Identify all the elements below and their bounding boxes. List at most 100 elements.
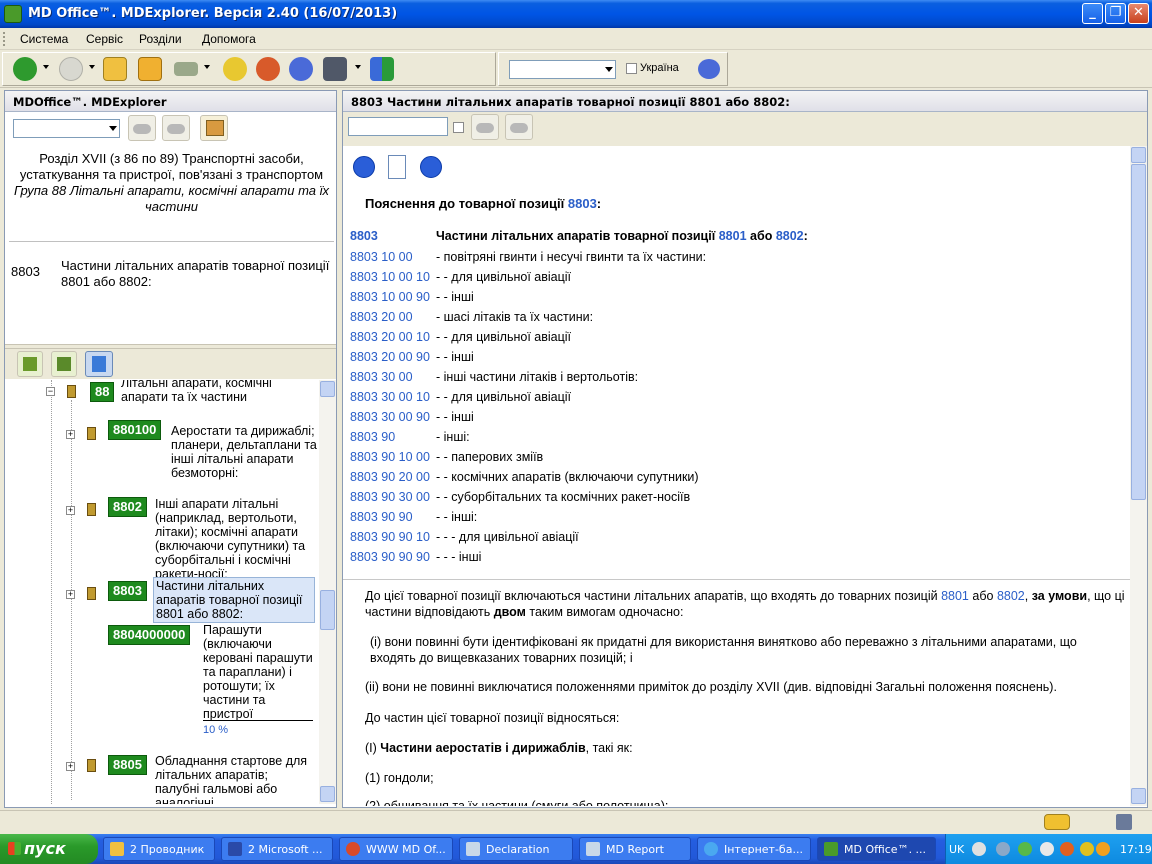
people-icon[interactable] bbox=[698, 59, 720, 79]
tray-app-icon[interactable] bbox=[996, 842, 1010, 856]
task-ie[interactable]: Інтернет-ба... bbox=[697, 837, 811, 861]
users-icon[interactable] bbox=[289, 57, 313, 81]
tariff-code-link[interactable]: 8803 20 00 bbox=[350, 310, 436, 324]
tray-sync-icon[interactable] bbox=[1040, 842, 1054, 856]
md-logo-icon[interactable] bbox=[1044, 814, 1070, 830]
task-md-office[interactable]: MD Office™. ... bbox=[817, 837, 936, 861]
tree-node-880100[interactable]: + 880100 Аеростати та дирижаблі; планери… bbox=[5, 420, 319, 488]
forward-dropdown-icon[interactable] bbox=[89, 65, 95, 69]
scroll-thumb[interactable] bbox=[1131, 164, 1146, 500]
scroll-thumb[interactable] bbox=[320, 590, 335, 630]
tariff-code-link[interactable]: 8803 90 90 90 bbox=[350, 550, 436, 564]
tree-node-8805[interactable]: + 8805 Обладнання стартове для літальних… bbox=[5, 752, 319, 804]
tray-yellow-icon[interactable] bbox=[1080, 842, 1094, 856]
tariff-code-link[interactable]: 8803 30 00 bbox=[350, 370, 436, 384]
tariff-code-link[interactable]: 8803 30 00 10 bbox=[350, 390, 436, 404]
menu-sections[interactable]: Розділи bbox=[139, 32, 182, 46]
tariff-code-link[interactable]: 8803 10 00 90 bbox=[350, 290, 436, 304]
prev-section-icon[interactable] bbox=[353, 156, 375, 178]
restore-button[interactable]: ❐ bbox=[1105, 3, 1126, 24]
content-scrollbar[interactable] bbox=[1130, 146, 1147, 806]
menu-help[interactable]: Допомога bbox=[202, 32, 256, 46]
scroll-up-arrow[interactable] bbox=[320, 381, 335, 397]
database-icon[interactable] bbox=[323, 57, 347, 81]
exit-door-icon[interactable] bbox=[370, 57, 394, 81]
collapse-icon[interactable]: − bbox=[46, 387, 55, 396]
link-8801[interactable]: 8801 bbox=[719, 229, 747, 243]
menu-system[interactable]: Система bbox=[20, 32, 68, 46]
cloud-search-button[interactable] bbox=[128, 115, 156, 141]
tray-orange-icon[interactable] bbox=[1060, 842, 1074, 856]
tariff-code-link[interactable]: 8803 90 90 10 bbox=[350, 530, 436, 544]
next-section-icon[interactable] bbox=[420, 156, 442, 178]
left-search-combo[interactable] bbox=[13, 119, 120, 138]
scroll-down-arrow[interactable] bbox=[320, 786, 335, 802]
tariff-row: 8803 10 00 90- - інші bbox=[350, 290, 474, 304]
tariff-code-link[interactable]: 8803 90 20 00 bbox=[350, 470, 436, 484]
minimize-button[interactable]: _ bbox=[1082, 3, 1103, 24]
tariff-code-link[interactable]: 8803 90 90 bbox=[350, 510, 436, 524]
database-dropdown-icon[interactable] bbox=[355, 65, 361, 69]
cloud-search-more-button[interactable] bbox=[162, 115, 190, 141]
tariff-code-link[interactable]: 8803 10 00 10 bbox=[350, 270, 436, 284]
money-dropdown-icon[interactable] bbox=[204, 65, 210, 69]
tree-node-88[interactable]: − 88 Літальні апарати, космічні апарати … bbox=[5, 380, 319, 410]
tariff-code-link[interactable]: 8803 90 10 00 bbox=[350, 450, 436, 464]
system-tray: UK 17:19 bbox=[945, 834, 1152, 864]
task-word[interactable]: 2 Microsoft ... bbox=[221, 837, 333, 861]
right-cloud-button[interactable] bbox=[471, 114, 499, 140]
tray-shield-icon[interactable] bbox=[1096, 842, 1110, 856]
task-explorer[interactable]: 2 Проводник bbox=[103, 837, 215, 861]
person-list-icon[interactable] bbox=[256, 57, 280, 81]
tree-up-button[interactable] bbox=[17, 351, 43, 377]
tariff-code-link[interactable]: 8803 90 bbox=[350, 430, 436, 444]
expand-icon[interactable]: + bbox=[66, 762, 75, 771]
book-button[interactable] bbox=[200, 115, 228, 141]
help-icon[interactable] bbox=[972, 842, 986, 856]
expand-icon[interactable]: + bbox=[66, 506, 75, 515]
close-button[interactable]: ✕ bbox=[1128, 3, 1149, 24]
money-icon[interactable] bbox=[174, 62, 198, 76]
scroll-down-arrow[interactable] bbox=[1131, 788, 1146, 804]
country-combo[interactable] bbox=[509, 60, 616, 79]
heading-code-link[interactable]: 8803 bbox=[568, 196, 597, 211]
word-icon bbox=[228, 842, 242, 856]
back-dropdown-icon[interactable] bbox=[43, 65, 49, 69]
scroll-up-arrow[interactable] bbox=[1131, 147, 1146, 163]
tray-green-icon[interactable] bbox=[1018, 842, 1032, 856]
tariff-code-link[interactable]: 8803 20 00 10 bbox=[350, 330, 436, 344]
tree-node-8803[interactable]: + 8803 Частини літальних апаратів товарн… bbox=[5, 576, 319, 623]
back-arrow-icon[interactable] bbox=[13, 57, 37, 81]
tariff-code-link[interactable]: 8803 90 30 00 bbox=[350, 490, 436, 504]
right-checkbox[interactable] bbox=[453, 122, 464, 133]
document-icon[interactable] bbox=[388, 155, 406, 179]
task-chrome[interactable]: WWW MD Of... bbox=[339, 837, 453, 861]
folders-icon[interactable] bbox=[138, 57, 162, 81]
tree-book-button[interactable] bbox=[85, 351, 113, 377]
tree-node-8802[interactable]: + 8802 Інші апарати літальні (наприклад,… bbox=[5, 492, 319, 581]
menu-service[interactable]: Сервіс bbox=[86, 32, 123, 46]
tree-expand-button[interactable] bbox=[51, 351, 77, 377]
forward-arrow-icon[interactable] bbox=[59, 57, 83, 81]
right-cloud-more-button[interactable] bbox=[505, 114, 533, 140]
p1-link-8802[interactable]: 8802 bbox=[997, 589, 1025, 603]
task-md-report[interactable]: MD Report bbox=[579, 837, 691, 861]
start-button[interactable]: пуск bbox=[0, 834, 98, 864]
expand-icon[interactable]: + bbox=[66, 430, 75, 439]
open-folder-icon[interactable] bbox=[103, 57, 127, 81]
language-indicator[interactable]: UK bbox=[949, 843, 964, 856]
tree-node-8804000000[interactable]: 8804000000 Парашути (включаючи керовані … bbox=[5, 622, 319, 742]
tariff-code-link[interactable]: 8803 20 00 90 bbox=[350, 350, 436, 364]
customs-officer-icon[interactable] bbox=[223, 57, 247, 81]
ukraine-checkbox[interactable] bbox=[626, 63, 637, 74]
link-8802[interactable]: 8802 bbox=[776, 229, 804, 243]
main-code-link[interactable]: 8803 bbox=[350, 229, 436, 243]
expand-icon[interactable]: + bbox=[66, 590, 75, 599]
task-declaration[interactable]: Declaration bbox=[459, 837, 573, 861]
tariff-code-link[interactable]: 8803 10 00 bbox=[350, 250, 436, 264]
tree-scrollbar[interactable] bbox=[319, 380, 336, 804]
tariff-code-link[interactable]: 8803 30 00 90 bbox=[350, 410, 436, 424]
right-search-field[interactable] bbox=[348, 117, 448, 136]
network-icon[interactable] bbox=[1116, 814, 1132, 830]
p1-link-8801[interactable]: 8801 bbox=[941, 589, 969, 603]
